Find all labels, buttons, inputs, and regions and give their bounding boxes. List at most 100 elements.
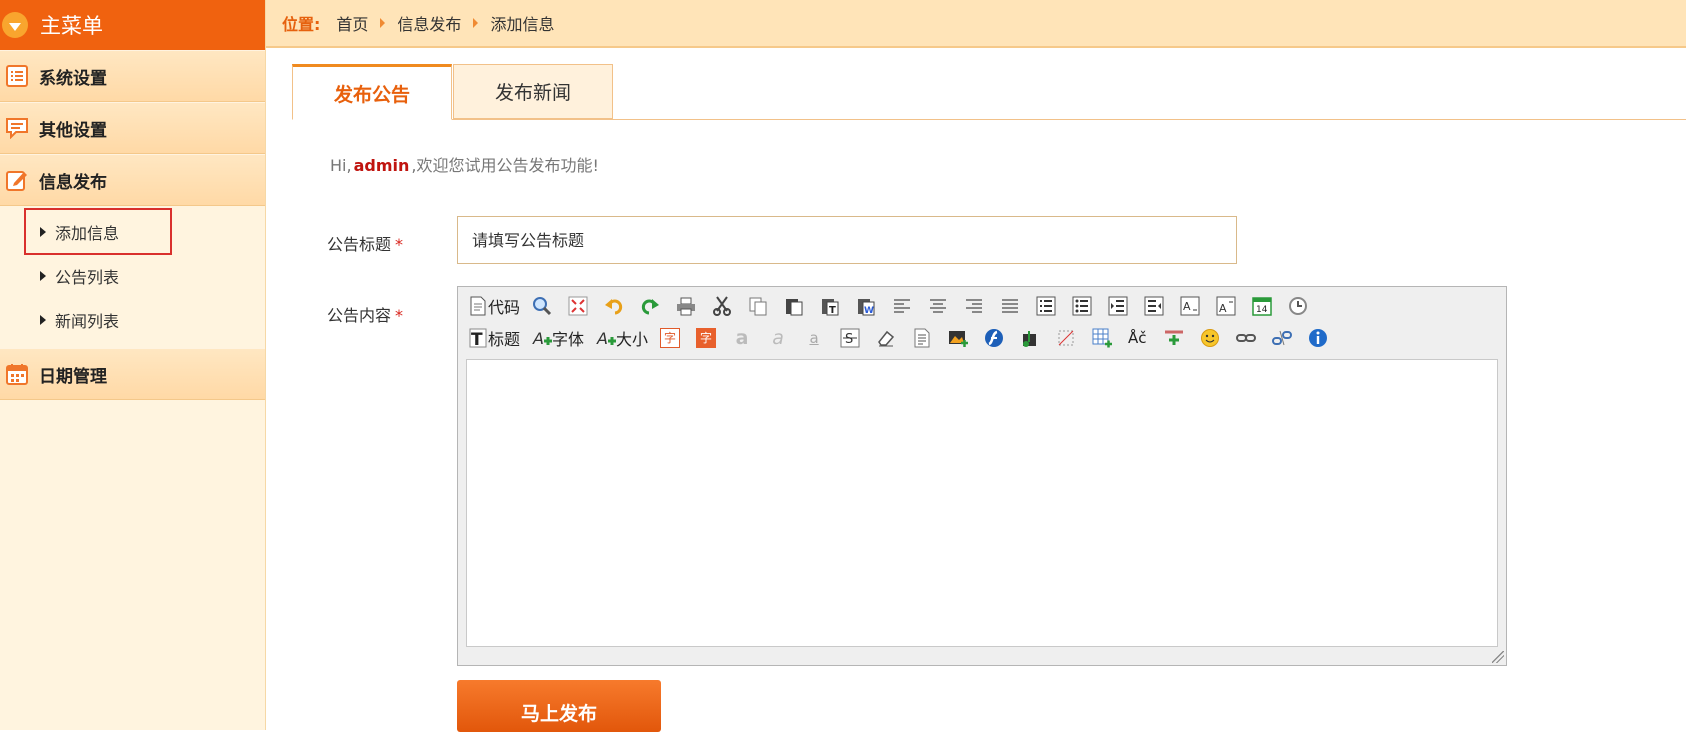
- bullet-list-icon: [1072, 296, 1092, 316]
- paste-button[interactable]: [784, 294, 808, 318]
- resize-handle-icon[interactable]: [1492, 651, 1504, 663]
- bold-button[interactable]: a: [732, 326, 756, 350]
- fullscreen-button[interactable]: [568, 294, 592, 318]
- align-right-icon: [964, 296, 984, 316]
- list-icon: [4, 64, 29, 89]
- align-center-button[interactable]: [928, 294, 952, 318]
- insert-date-button[interactable]: 14: [1252, 294, 1276, 318]
- font-size-plus-icon: A: [596, 328, 617, 348]
- chat-icon: [4, 116, 29, 141]
- breadcrumb-home[interactable]: 首页: [336, 11, 368, 35]
- unordered-list-button[interactable]: [1072, 294, 1096, 318]
- sidebar-item-news-list[interactable]: 新闻列表: [0, 298, 265, 342]
- insert-time-button[interactable]: [1288, 294, 1312, 318]
- subscript-button[interactable]: A: [1180, 294, 1204, 318]
- title-label-text: 公告标题: [327, 235, 392, 254]
- paste-text-button[interactable]: T: [820, 294, 844, 318]
- edit-icon: [4, 168, 29, 193]
- publish-button[interactable]: 马上发布: [457, 680, 661, 732]
- insert-media-button[interactable]: [1020, 326, 1044, 350]
- special-char-button[interactable]: Åč: [1128, 326, 1152, 350]
- indent-button[interactable]: [1108, 294, 1132, 318]
- copy-button[interactable]: [748, 294, 772, 318]
- sidebar-item-label: 新闻列表: [55, 312, 120, 331]
- page-break-button[interactable]: [1164, 326, 1188, 350]
- selection-highlight: [24, 208, 172, 255]
- breadcrumb-current: 添加信息: [490, 15, 555, 34]
- editor-content-area[interactable]: [466, 359, 1498, 647]
- paste-icon: [784, 296, 804, 316]
- emoticon-button[interactable]: [1200, 326, 1224, 350]
- required-mark: *: [395, 235, 404, 254]
- link-icon: [1236, 328, 1257, 348]
- strikethrough-button[interactable]: S: [840, 326, 864, 350]
- insert-image-button[interactable]: [948, 326, 972, 350]
- font-size-button[interactable]: A 大小: [596, 326, 648, 350]
- calendar-icon: [4, 362, 29, 387]
- heading-button[interactable]: T 标题: [468, 326, 520, 350]
- title-label: 公告标题 *: [327, 231, 403, 255]
- align-left-button[interactable]: [892, 294, 916, 318]
- collapse-arrow-icon[interactable]: [2, 12, 28, 38]
- justify-button[interactable]: [1000, 294, 1024, 318]
- tab-publish-notice[interactable]: 发布公告: [292, 64, 452, 120]
- redo-button[interactable]: [640, 294, 664, 318]
- font-family-button[interactable]: A 字体: [532, 326, 584, 350]
- insert-hr-button[interactable]: [1056, 326, 1080, 350]
- smiley-icon: [1200, 328, 1220, 348]
- underline-button[interactable]: a: [804, 326, 828, 350]
- unlink-button[interactable]: [1272, 326, 1296, 350]
- text-color-button[interactable]: 字: [660, 326, 684, 350]
- paste-word-button[interactable]: W: [856, 294, 880, 318]
- text-color-icon: 字: [660, 328, 681, 348]
- heading-label: 标题: [488, 330, 521, 349]
- code-label: 代码: [488, 298, 521, 317]
- cut-button[interactable]: [712, 294, 736, 318]
- sidebar-item-notice-list[interactable]: 公告列表: [0, 254, 265, 298]
- required-mark: *: [395, 306, 404, 325]
- sidebar-item-add-info[interactable]: 添加信息: [0, 208, 265, 255]
- breadcrumb-info-publish[interactable]: 信息发布: [397, 11, 461, 35]
- select-all-button[interactable]: [912, 326, 936, 350]
- notice-title-input[interactable]: [457, 216, 1237, 264]
- sidebar-group-label: 日期管理: [39, 366, 107, 387]
- remove-format-button[interactable]: [876, 326, 900, 350]
- sidebar-group-system-settings[interactable]: 系统设置: [0, 50, 265, 102]
- sidebar-group-date-management[interactable]: 日期管理: [0, 348, 265, 400]
- paste-text-icon: T: [820, 296, 840, 316]
- insert-flash-button[interactable]: [984, 326, 1008, 350]
- insert-table-button[interactable]: [1092, 326, 1116, 350]
- outdent-button[interactable]: [1144, 294, 1168, 318]
- bold-icon: a: [735, 326, 749, 349]
- heading-t-icon: T: [468, 328, 488, 348]
- document-lines-icon: [912, 328, 932, 348]
- page-break-icon: [1164, 328, 1184, 348]
- superscript-button[interactable]: A: [1216, 294, 1240, 318]
- welcome-hi: Hi,: [330, 156, 352, 175]
- ordered-list-icon: [1036, 296, 1056, 316]
- background-color-button[interactable]: 字: [696, 326, 720, 350]
- ordered-list-button[interactable]: [1036, 294, 1060, 318]
- chevron-right-icon: [380, 18, 386, 28]
- caret-right-icon: [40, 315, 46, 325]
- sidebar-group-other-settings[interactable]: 其他设置: [0, 102, 265, 154]
- link-button[interactable]: [1236, 326, 1260, 350]
- svg-text:A: A: [532, 329, 544, 348]
- svg-text:A: A: [1183, 300, 1191, 313]
- source-code-button[interactable]: 代码: [468, 294, 520, 318]
- welcome-username: admin: [353, 156, 410, 175]
- svg-text:A: A: [596, 329, 608, 348]
- sidebar-header[interactable]: 主菜单: [0, 0, 265, 50]
- sidebar-group-label: 信息发布: [39, 172, 107, 193]
- special-char-icon: Åč: [1128, 328, 1147, 347]
- italic-button[interactable]: a: [768, 326, 792, 350]
- print-button[interactable]: [676, 294, 700, 318]
- sidebar-group-info-publish[interactable]: 信息发布: [0, 154, 265, 206]
- about-button[interactable]: [1308, 326, 1332, 350]
- align-center-icon: [928, 296, 948, 316]
- undo-button[interactable]: [604, 294, 628, 318]
- tab-publish-news[interactable]: 发布新闻: [453, 64, 613, 119]
- calendar-icon: 14: [1252, 296, 1272, 316]
- preview-button[interactable]: [532, 294, 556, 318]
- align-right-button[interactable]: [964, 294, 988, 318]
